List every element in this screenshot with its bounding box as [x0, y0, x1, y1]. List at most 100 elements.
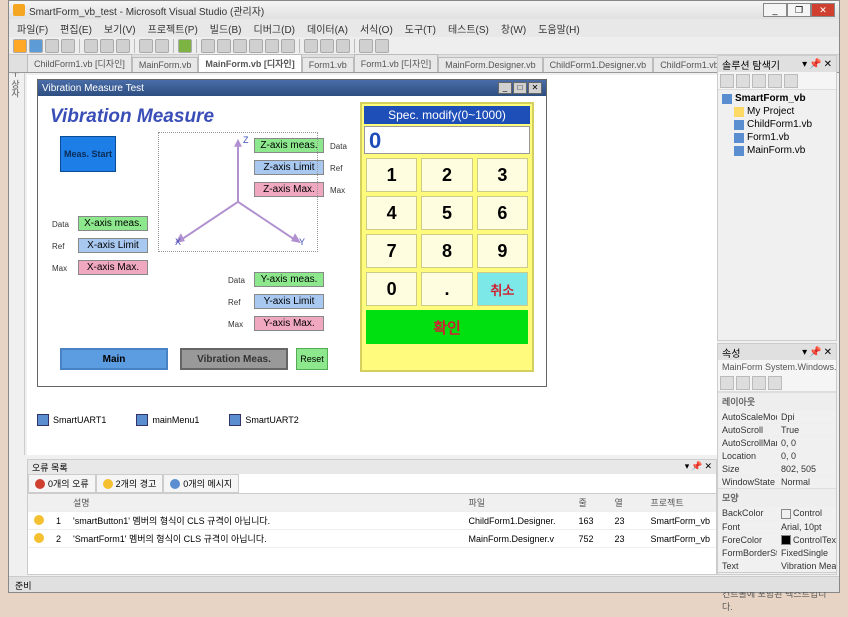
form-maximize-icon[interactable]: □ [513, 82, 527, 94]
keypad-display[interactable]: 0 [364, 126, 530, 154]
menu-edit[interactable]: 편집(E) [56, 21, 96, 36]
menu-project[interactable]: 프로젝트(P) [144, 21, 202, 36]
panel-close-icon[interactable]: ✕ [824, 347, 832, 358]
se-viewdesigner-icon[interactable] [784, 74, 798, 88]
tree-item-childform1[interactable]: ChildForm1.vb [722, 118, 832, 131]
menu-view[interactable]: 보기(V) [100, 21, 140, 36]
col-description[interactable]: 설명 [67, 494, 462, 512]
col-column[interactable]: 열 [608, 494, 644, 512]
key-2[interactable]: 2 [421, 158, 472, 192]
key-4[interactable]: 4 [366, 196, 417, 230]
toolbar-start-icon[interactable] [178, 39, 192, 53]
component-mainmenu1[interactable]: mainMenu1 [136, 414, 199, 426]
col-file[interactable]: 파일 [462, 494, 572, 512]
props-row[interactable]: Size802, 505 [718, 462, 836, 475]
errors-tab[interactable]: 0개의 오류 [28, 474, 96, 493]
toolbar-saveall-icon[interactable] [61, 39, 75, 53]
x-axis-max-field[interactable]: X-axis Max. [78, 260, 148, 275]
key-3[interactable]: 3 [477, 158, 528, 192]
props-row[interactable]: AutoScaleModDpi [718, 410, 836, 423]
warnings-tab[interactable]: 2개의 경고 [96, 474, 164, 493]
menu-debug[interactable]: 디버그(D) [250, 21, 299, 36]
se-showall-icon[interactable] [736, 74, 750, 88]
x-axis-limit-field[interactable]: X-axis Limit [78, 238, 148, 253]
props-row[interactable]: AutoScrollMar0, 0 [718, 436, 836, 449]
tab-mainform-vb[interactable]: MainForm.vb [132, 57, 199, 72]
window-minimize-button[interactable]: _ [763, 3, 787, 17]
menu-help[interactable]: 도움말(H) [534, 21, 583, 36]
key-dot[interactable]: . [421, 272, 472, 306]
se-viewcode-icon[interactable] [768, 74, 782, 88]
props-events-icon[interactable] [768, 376, 782, 390]
key-confirm[interactable]: 확인 [366, 310, 528, 344]
key-6[interactable]: 6 [477, 196, 528, 230]
error-row[interactable]: 1'smartButton1' 멤버의 형식이 CLS 규격이 아닙니다.Chi… [28, 512, 716, 530]
toolbar-paste-icon[interactable] [116, 39, 130, 53]
properties-object-selector[interactable]: MainForm System.Windows.Form [718, 360, 836, 374]
props-row[interactable]: Location0, 0 [718, 449, 836, 462]
main-button[interactable]: Main [60, 348, 168, 370]
reset-button[interactable]: Reset [296, 348, 328, 370]
key-cancel[interactable]: 취소 [477, 272, 528, 306]
form-close-icon[interactable]: ✕ [528, 82, 542, 94]
form-window[interactable]: Vibration Measure Test _ □ ✕ Vibration M… [37, 79, 547, 387]
menu-test[interactable]: 테스트(S) [444, 21, 493, 36]
key-8[interactable]: 8 [421, 234, 472, 268]
tab-childform1-design[interactable]: ChildForm1.vb [디자인] [27, 54, 132, 72]
toolbar-cut-icon[interactable] [84, 39, 98, 53]
props-row[interactable]: ForeColorControlTex [718, 533, 836, 547]
props-categorized-icon[interactable] [720, 376, 734, 390]
window-close-button[interactable]: ✕ [811, 3, 835, 17]
tab-childform1-designer[interactable]: ChildForm1.Designer.vb [543, 57, 654, 72]
panel-pin-icon[interactable]: 📌 [691, 461, 702, 473]
col-line[interactable]: 줄 [572, 494, 608, 512]
tree-root[interactable]: SmartForm_vb [722, 92, 832, 105]
menu-format[interactable]: 서식(O) [356, 21, 397, 36]
menu-file[interactable]: 파일(F) [13, 21, 52, 36]
se-refresh-icon[interactable] [752, 74, 766, 88]
panel-dropdown-icon[interactable]: ▾ [802, 59, 807, 70]
props-row[interactable]: FontArial, 10pt [718, 520, 836, 533]
tree-item-myproject[interactable]: My Project [722, 105, 832, 118]
component-smartuart2[interactable]: SmartUART2 [229, 414, 298, 426]
toolbar-copy-icon[interactable] [100, 39, 114, 53]
error-row[interactable]: 2'SmartForm1' 멤버의 형식이 CLS 규격이 아닙니다.MainF… [28, 530, 716, 548]
menu-tools[interactable]: 도구(T) [401, 21, 440, 36]
toolbox-collapsed-tab[interactable]: 도구 상자 [9, 55, 25, 455]
panel-dropdown-icon[interactable]: ▾ [685, 461, 690, 473]
y-axis-meas-field[interactable]: Y-axis meas. [254, 272, 324, 287]
props-row[interactable]: WindowStateNormal [718, 475, 836, 488]
toolbar-undo-icon[interactable] [139, 39, 153, 53]
key-5[interactable]: 5 [421, 196, 472, 230]
toolbar-open-icon[interactable] [29, 39, 43, 53]
window-maximize-button[interactable]: ❐ [787, 3, 811, 17]
messages-tab[interactable]: 0개의 메시지 [163, 474, 239, 493]
key-7[interactable]: 7 [366, 234, 417, 268]
y-axis-limit-field[interactable]: Y-axis Limit [254, 294, 324, 309]
props-row[interactable]: BackColorControl [718, 506, 836, 520]
form-minimize-icon[interactable]: _ [498, 82, 512, 94]
design-surface[interactable]: Vibration Measure Test _ □ ✕ Vibration M… [27, 75, 717, 455]
toolbar-align-bottom-icon[interactable] [281, 39, 295, 53]
props-category-appearance[interactable]: 모양 [718, 488, 836, 506]
props-properties-icon[interactable] [752, 376, 766, 390]
tab-form1-design[interactable]: Form1.vb [디자인] [354, 54, 438, 72]
tab-childform1-vb[interactable]: ChildForm1.vb [653, 57, 726, 72]
toolbar-align-center-icon[interactable] [217, 39, 231, 53]
tab-mainform-designer[interactable]: MainForm.Designer.vb [438, 57, 543, 72]
vibration-meas-button[interactable]: Vibration Meas. [180, 348, 288, 370]
tab-mainform-design[interactable]: MainForm.vb [디자인] [198, 54, 301, 72]
menu-data[interactable]: 데이터(A) [303, 21, 352, 36]
toolbar-redo-icon[interactable] [155, 39, 169, 53]
panel-pin-icon[interactable]: 📌 [809, 59, 821, 70]
props-row[interactable]: FormBorderStyFixedSingle [718, 546, 836, 559]
tree-item-form1[interactable]: Form1.vb [722, 131, 832, 144]
panel-close-icon[interactable]: ✕ [824, 59, 832, 70]
component-smartuart1[interactable]: SmartUART1 [37, 414, 106, 426]
toolbar-size-height-icon[interactable] [320, 39, 334, 53]
toolbar-size-both-icon[interactable] [336, 39, 350, 53]
tab-form1-vb[interactable]: Form1.vb [302, 57, 354, 72]
tree-item-mainform[interactable]: MainForm.vb [722, 144, 832, 157]
key-1[interactable]: 1 [366, 158, 417, 192]
toolbar-new-icon[interactable] [13, 39, 27, 53]
